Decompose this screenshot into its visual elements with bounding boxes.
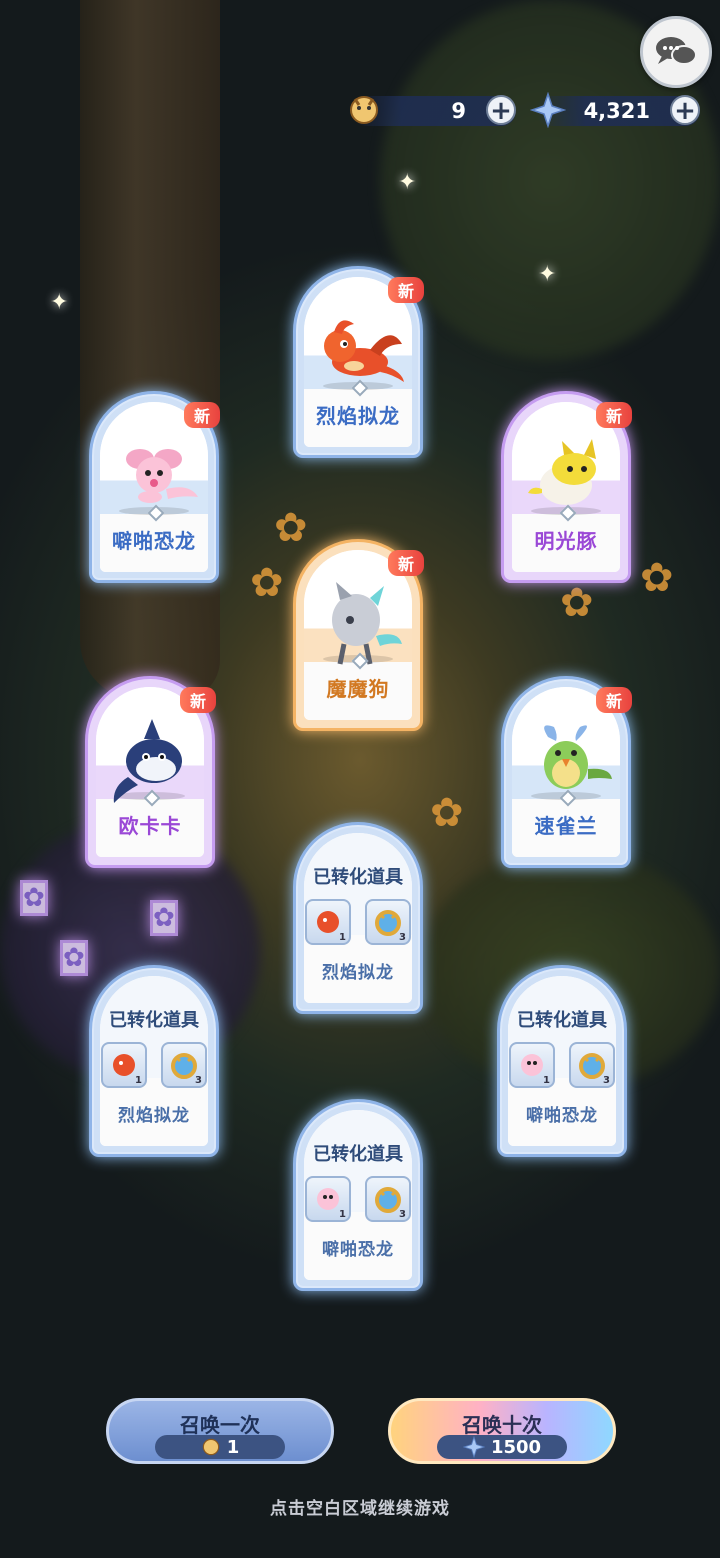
converted-item-card[interactable]: 已转化道具 1 3 噼啪恐龙 (497, 965, 627, 1157)
converted-title: 已转化道具 (517, 1010, 607, 1031)
crystal-counter: 4,321 + (530, 92, 700, 128)
creature-name: 烈焰拟龙 (316, 404, 400, 428)
gold-ring-item: 3 (365, 899, 411, 945)
sparkle-icon: ✦ (538, 262, 557, 287)
flower-decoration: ✿ (150, 900, 178, 936)
star-crystal-icon (462, 1436, 485, 1458)
summon-ten-label: 召唤十次 (462, 1413, 542, 1437)
new-badge: 新 (595, 687, 632, 713)
summon-ten-button[interactable]: 召唤十次 1500 (388, 1398, 616, 1464)
flower-decoration: ✿ (250, 560, 284, 606)
converted-title: 已转化道具 (109, 1010, 199, 1031)
summon-once-cost: 1 (155, 1435, 285, 1459)
summon-once-label: 召唤一次 (180, 1413, 260, 1437)
add-tickets-button[interactable]: + (486, 95, 516, 125)
converted-item-card[interactable]: 已转化道具 1 3 噼啪恐龙 (293, 1099, 423, 1291)
summon-once-button[interactable]: 召唤一次 1 (106, 1398, 334, 1464)
creature-name: 明光豚 (534, 529, 598, 553)
gold-ring-item: 3 (161, 1042, 207, 1088)
new-badge: 新 (183, 402, 220, 428)
creature-fragment-item: 1 (305, 1176, 351, 1222)
ticket-count: 9 (451, 99, 466, 123)
creature-name: 噼啪恐龙 (526, 1106, 598, 1126)
summon-ten-cost: 1500 (437, 1435, 567, 1459)
pink-axolotl-icon (126, 448, 198, 503)
creature-name: 魔魔狗 (326, 677, 390, 701)
creature-name: 烈焰拟龙 (118, 1106, 190, 1126)
flower-decoration: ✿ (274, 505, 308, 551)
creature-card[interactable]: 魔魔狗 新 (293, 539, 424, 731)
gold-ring-item: 3 (569, 1042, 615, 1088)
new-badge: 新 (387, 550, 424, 576)
chat-bubbles-icon (656, 37, 697, 65)
creature-card[interactable]: 噼啪恐龙 新 (89, 391, 220, 583)
flower-decoration: ✿ (430, 790, 464, 836)
creature-name: 速雀兰 (534, 814, 598, 838)
converted-item-card[interactable]: 已转化道具 1 3 烈焰拟龙 (293, 822, 423, 1014)
creature-fragment-item: 1 (101, 1042, 147, 1088)
creature-name: 欧卡卡 (118, 814, 182, 838)
converted-title: 已转化道具 (313, 1144, 403, 1165)
creature-name: 噼啪恐龙 (112, 529, 196, 553)
creature-name: 烈焰拟龙 (322, 963, 394, 983)
sparkle-icon: ✦ (50, 290, 69, 315)
creature-card[interactable]: 欧卡卡 新 (85, 676, 216, 868)
yellow-pufferfish-icon (528, 438, 596, 505)
chat-button[interactable] (640, 16, 712, 88)
crystal-count: 4,321 (583, 99, 650, 123)
flower-decoration: ✿ (640, 555, 674, 601)
converted-item-card[interactable]: 已转化道具 1 3 烈焰拟龙 (89, 965, 219, 1157)
new-badge: 新 (387, 277, 424, 303)
creature-card[interactable]: 明光豚 新 (501, 391, 632, 583)
fire-dragon-icon (324, 320, 404, 382)
ticket-counter: 9 + (350, 95, 516, 126)
flower-decoration: ✿ (560, 580, 594, 626)
flower-decoration: ✿ (60, 940, 88, 976)
star-crystal-icon (528, 90, 568, 130)
summon-ticket-icon (344, 90, 384, 130)
creature-name: 噼啪恐龙 (322, 1240, 394, 1260)
new-badge: 新 (179, 687, 216, 713)
sparkle-icon: ✦ (398, 170, 417, 195)
creature-fragment-item: 1 (305, 899, 351, 945)
background-tree (80, 0, 220, 700)
add-crystals-button[interactable]: + (670, 95, 700, 125)
creature-card[interactable]: 速雀兰 新 (501, 676, 632, 868)
gold-ring-item: 3 (365, 1176, 411, 1222)
creature-card[interactable]: 烈焰拟龙 新 (293, 266, 424, 458)
converted-title: 已转化道具 (313, 867, 403, 888)
creature-fragment-item: 1 (509, 1042, 555, 1088)
summon-ticket-icon (202, 1438, 219, 1456)
new-badge: 新 (595, 402, 632, 428)
flower-decoration: ✿ (20, 880, 48, 916)
continue-hint[interactable]: 点击空白区域继续游戏 (0, 1494, 720, 1519)
